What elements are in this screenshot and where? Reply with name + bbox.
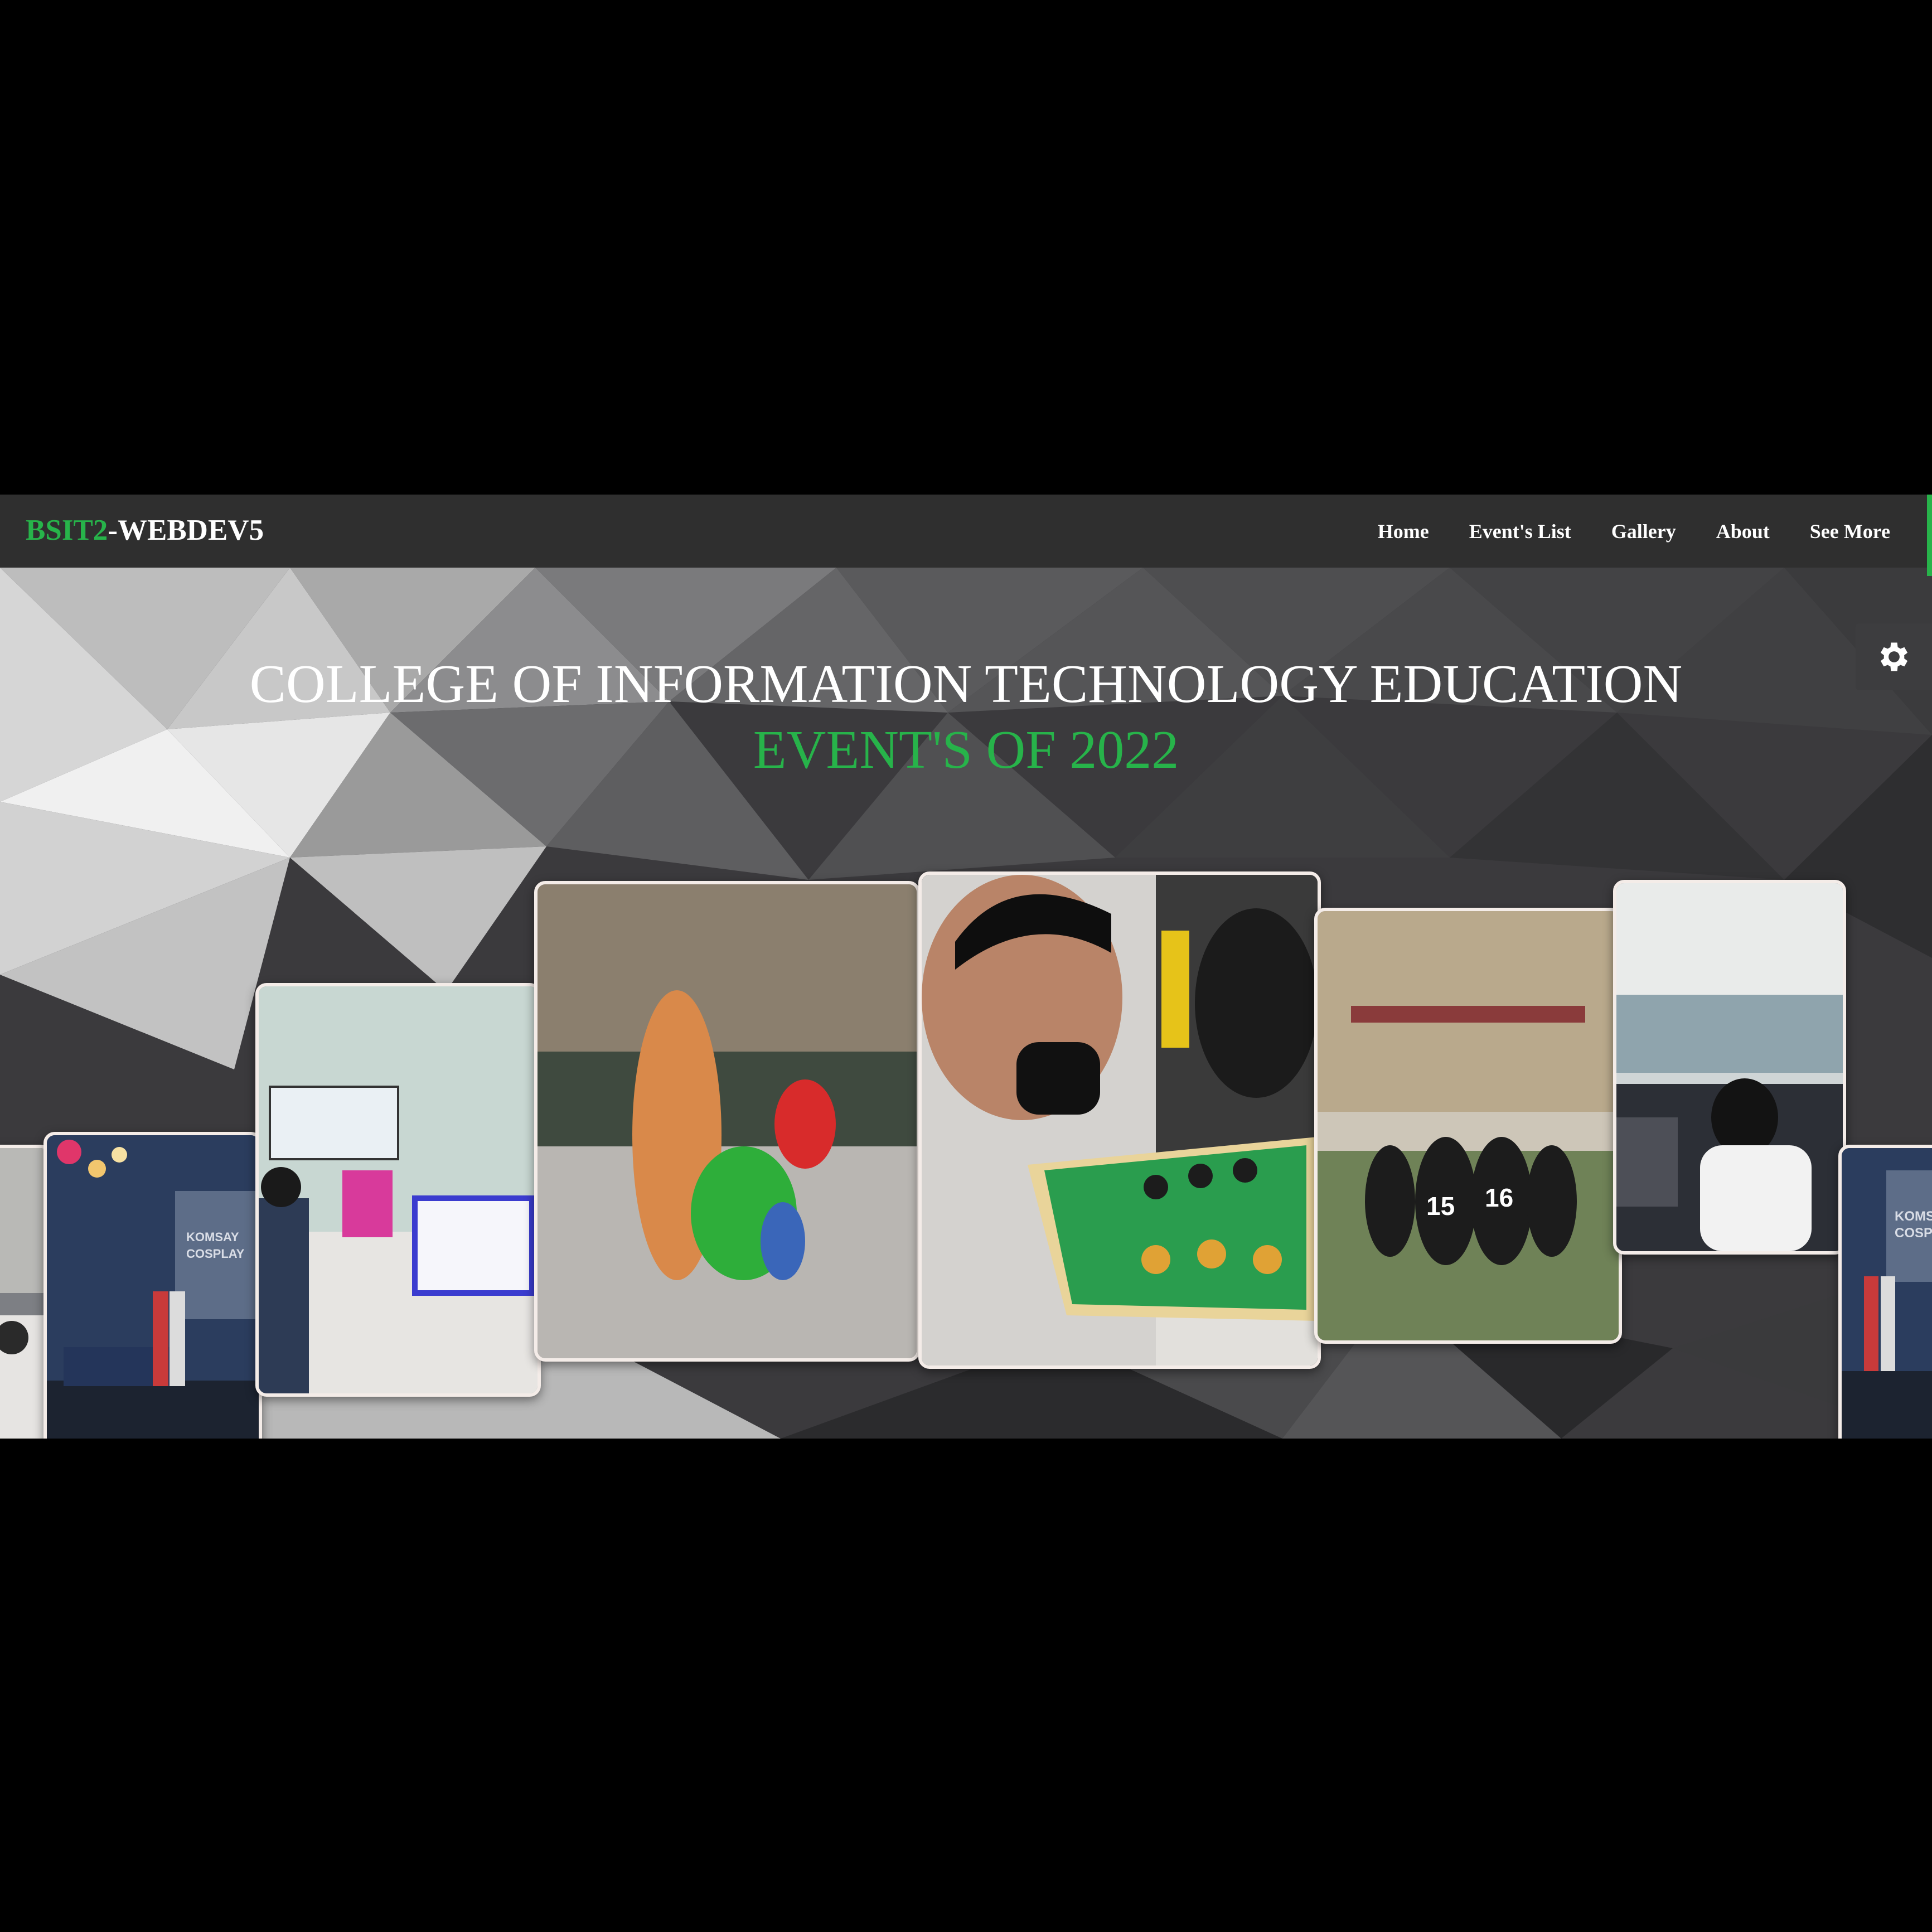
svg-text:COSPLAY: COSPLAY xyxy=(186,1247,245,1261)
event-photo: KOMS COSPL xyxy=(1842,1148,1932,1439)
nav-see-more[interactable]: See More xyxy=(1810,520,1890,543)
website-viewport: BSIT2-WEBDEV5 Home Event's List Gallery … xyxy=(0,495,1932,1439)
nav-gallery[interactable]: Gallery xyxy=(1611,520,1676,543)
gallery-card-students-laptops[interactable] xyxy=(1613,880,1846,1255)
nav-home[interactable]: Home xyxy=(1378,520,1429,543)
gallery-card-cosplay-stage[interactable]: KOMSAY COSPLAY xyxy=(43,1132,262,1439)
event-photo xyxy=(1616,883,1843,1251)
navbar: BSIT2-WEBDEV5 Home Event's List Gallery … xyxy=(0,495,1932,568)
svg-text:COSPL: COSPL xyxy=(1895,1226,1932,1241)
hero-subtitle: EVENT'S OF 2022 xyxy=(753,720,1179,780)
scrollbar-thumb[interactable] xyxy=(1927,495,1932,576)
event-photo xyxy=(0,1148,48,1439)
nav-events-list[interactable]: Event's List xyxy=(1469,520,1571,543)
hero-title: COLLEGE OF INFORMATION TECHNOLOGY EDUCAT… xyxy=(249,654,1683,714)
jersey-number: 15 xyxy=(1426,1192,1455,1221)
event-photo: 15 16 xyxy=(1318,911,1619,1340)
nav-about[interactable]: About xyxy=(1716,520,1770,543)
hero-section: COLLEGE OF INFORMATION TECHNOLOGY EDUCAT… xyxy=(0,568,1932,1439)
gallery-card-costumes-gym[interactable] xyxy=(534,881,920,1362)
gear-icon xyxy=(1880,642,1907,671)
event-photo xyxy=(922,875,1318,1366)
gallery-card-edge-right[interactable]: KOMS COSPL xyxy=(1838,1145,1932,1439)
brand-accent: BSIT2 xyxy=(26,514,108,546)
event-photo xyxy=(538,884,917,1358)
svg-text:KOMS: KOMS xyxy=(1895,1209,1932,1224)
brand-logo[interactable]: BSIT2-WEBDEV5 xyxy=(26,514,264,547)
settings-button[interactable] xyxy=(1856,623,1932,690)
gallery-card-chess-match[interactable] xyxy=(918,871,1321,1369)
event-photo xyxy=(259,986,538,1393)
nav-links: Home Event's List Gallery About See More xyxy=(1378,495,1890,568)
stage-sign-text: KOMSAY xyxy=(186,1230,239,1244)
jersey-number: 16 xyxy=(1485,1183,1513,1212)
gallery-card-volleyball-team[interactable]: 15 16 xyxy=(1314,908,1622,1344)
brand-rest: -WEBDEV5 xyxy=(108,514,264,546)
hero-heading: COLLEGE OF INFORMATION TECHNOLOGY EDUCAT… xyxy=(0,651,1932,783)
gallery-card-computer-lab[interactable] xyxy=(255,983,541,1397)
event-photo: KOMSAY COSPLAY xyxy=(47,1135,259,1439)
